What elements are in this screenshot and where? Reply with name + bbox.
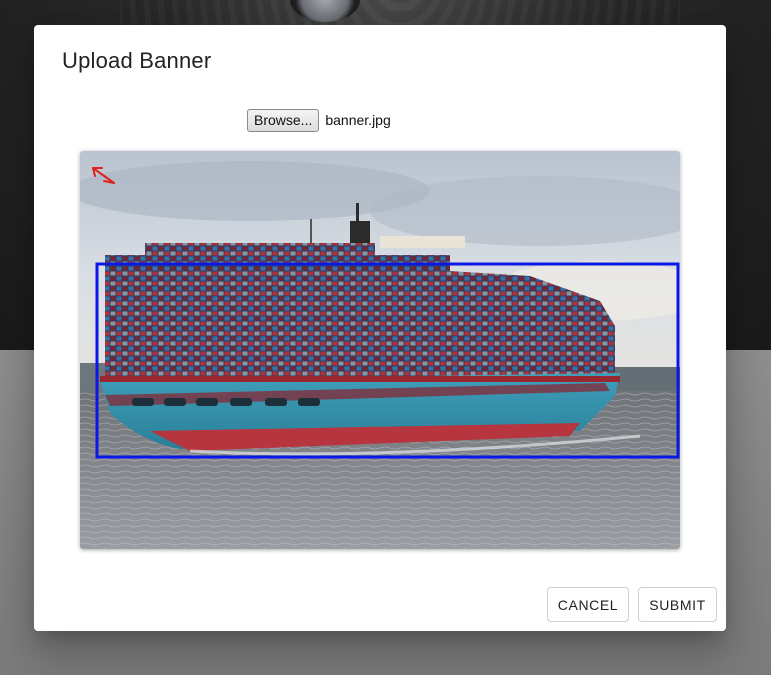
file-input[interactable]: Browse... banner.jpg xyxy=(247,108,391,132)
preview-image xyxy=(80,151,680,549)
upload-banner-dialog: Upload Banner Browse... banner.jpg CANCE… xyxy=(34,25,726,631)
browse-button[interactable]: Browse... xyxy=(247,108,320,132)
dialog-actions: CANCEL SUBMIT xyxy=(547,587,717,622)
dialog-title: Upload Banner xyxy=(62,48,212,73)
cancel-button[interactable]: CANCEL xyxy=(547,587,629,622)
banner-preview[interactable] xyxy=(80,151,680,549)
submit-button[interactable]: SUBMIT xyxy=(638,587,717,622)
selected-file-name: banner.jpg xyxy=(325,112,391,128)
